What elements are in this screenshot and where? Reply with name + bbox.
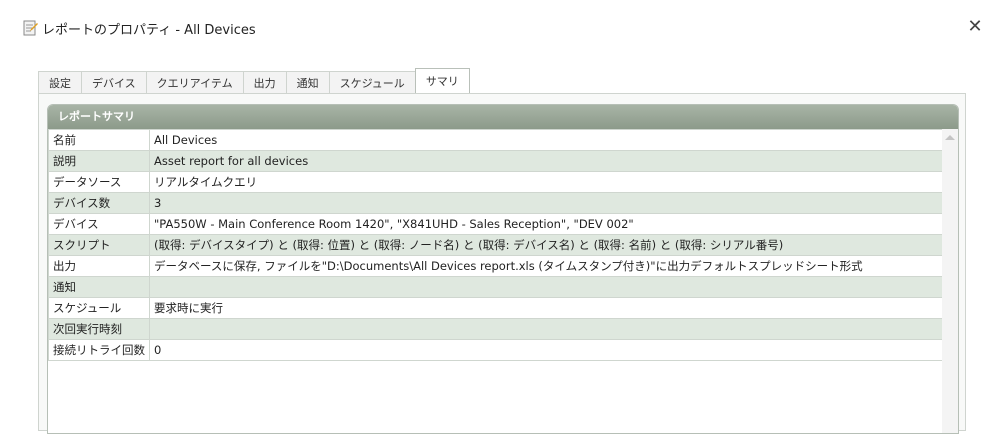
row-label: 次回実行時刻 bbox=[48, 318, 150, 340]
row-label: 出力 bbox=[48, 255, 150, 277]
row-value: リアルタイムクエリ bbox=[149, 171, 958, 193]
close-button[interactable]: ✕ bbox=[963, 14, 987, 38]
row-label: デバイス bbox=[48, 213, 150, 235]
row-value bbox=[149, 276, 958, 298]
table-row: 接続リトライ回数 0 bbox=[48, 339, 958, 361]
row-label: データソース bbox=[48, 171, 150, 193]
summary-table: 名前 All Devices 説明 Asset report for all d… bbox=[48, 129, 958, 361]
tab-query-items[interactable]: クエリアイテム bbox=[145, 71, 244, 93]
summary-header: レポートサマリ bbox=[48, 105, 958, 129]
row-label: 接続リトライ回数 bbox=[48, 339, 150, 361]
report-summary-box: レポートサマリ 名前 All Devices 説明 Asset report f… bbox=[47, 104, 959, 434]
table-row: スケジュール 要求時に実行 bbox=[48, 297, 958, 319]
row-value: 0 bbox=[149, 339, 958, 361]
vertical-scrollbar[interactable] bbox=[942, 129, 958, 433]
row-label: デバイス数 bbox=[48, 192, 150, 214]
tab-output[interactable]: 出力 bbox=[242, 71, 287, 93]
row-label: 名前 bbox=[48, 129, 150, 151]
table-row: 出力 データベースに保存, ファイルを"D:\Documents\All Dev… bbox=[48, 255, 958, 277]
tab-devices[interactable]: デバイス bbox=[81, 71, 147, 93]
row-label: スケジュール bbox=[48, 297, 150, 319]
table-row: スクリプト (取得: デバイスタイプ) と (取得: 位置) と (取得: ノー… bbox=[48, 234, 958, 256]
tab-settings[interactable]: 設定 bbox=[38, 71, 82, 93]
title-bar: レポートのプロパティ - All Devices ✕ bbox=[0, 0, 998, 52]
row-value: All Devices bbox=[149, 129, 958, 151]
row-label: スクリプト bbox=[48, 234, 150, 256]
row-value: 要求時に実行 bbox=[149, 297, 958, 319]
window-title: レポートのプロパティ - All Devices bbox=[42, 23, 256, 38]
row-value bbox=[149, 318, 958, 340]
row-value: 3 bbox=[149, 192, 958, 214]
table-row: デバイス "PA550W - Main Conference Room 1420… bbox=[48, 213, 958, 235]
table-row: 次回実行時刻 bbox=[48, 318, 958, 340]
summary-tab-panel: レポートサマリ 名前 All Devices 説明 Asset report f… bbox=[38, 93, 966, 434]
tab-strip: 設定 デバイス クエリアイテム 出力 通知 スケジュール サマリ bbox=[38, 68, 470, 93]
table-row: 通知 bbox=[48, 276, 958, 298]
close-icon: ✕ bbox=[967, 15, 983, 37]
report-properties-dialog: レポートのプロパティ - All Devices ✕ 設定 デバイス クエリアイ… bbox=[0, 0, 998, 434]
report-document-icon bbox=[22, 20, 38, 36]
row-value: (取得: デバイスタイプ) と (取得: 位置) と (取得: ノード名) と … bbox=[149, 234, 958, 256]
row-value: データベースに保存, ファイルを"D:\Documents\All Device… bbox=[149, 255, 958, 277]
scroll-up-icon[interactable] bbox=[945, 135, 955, 140]
tab-notification[interactable]: 通知 bbox=[285, 71, 330, 93]
table-row: デバイス数 3 bbox=[48, 192, 958, 214]
table-row: 名前 All Devices bbox=[48, 129, 958, 151]
dialog-body: 設定 デバイス クエリアイテム 出力 通知 スケジュール サマリ レポートサマリ… bbox=[16, 62, 982, 434]
row-value: "PA550W - Main Conference Room 1420", "X… bbox=[149, 213, 958, 235]
row-label: 説明 bbox=[48, 150, 150, 172]
tab-summary[interactable]: サマリ bbox=[414, 68, 470, 93]
table-row: 説明 Asset report for all devices bbox=[48, 150, 958, 172]
table-row: データソース リアルタイムクエリ bbox=[48, 171, 958, 193]
row-label: 通知 bbox=[48, 276, 150, 298]
row-value: Asset report for all devices bbox=[149, 150, 958, 172]
tab-schedule[interactable]: スケジュール bbox=[328, 71, 416, 93]
